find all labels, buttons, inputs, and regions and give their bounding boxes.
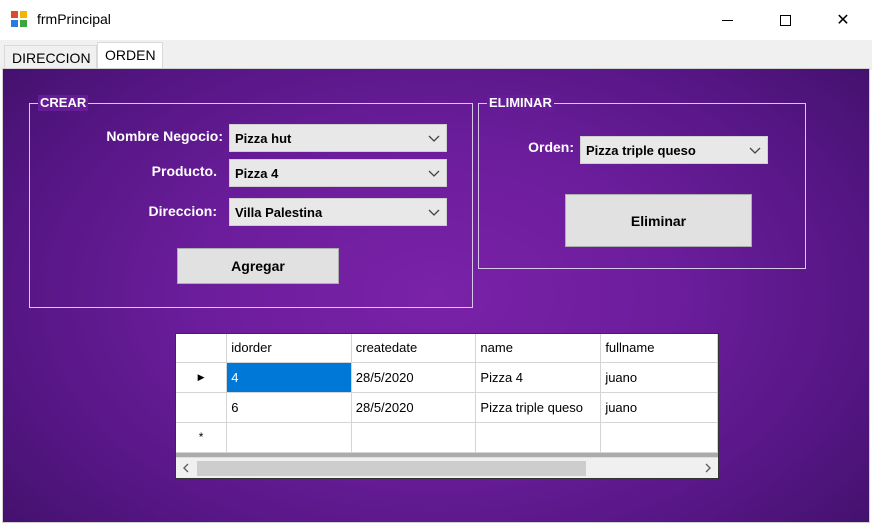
close-icon: ✕ — [836, 12, 850, 29]
direccion-label: Direccion: — [148, 203, 217, 219]
chevron-down-icon — [428, 209, 440, 216]
table-cell[interactable]: 4 — [226, 362, 352, 393]
producto-select-value: Pizza 4 — [235, 166, 279, 181]
app-icon — [11, 11, 28, 28]
minimize-icon — [721, 19, 733, 21]
new-row-icon[interactable]: * — [176, 422, 228, 453]
close-button[interactable]: ✕ — [814, 0, 872, 40]
orders-grid[interactable]: idorder createdate name fullname ▶ 4 28/… — [175, 333, 719, 479]
horizontal-scrollbar[interactable] — [176, 457, 718, 478]
minimize-button[interactable] — [698, 0, 756, 40]
table-header-row: idorder createdate name fullname — [176, 334, 718, 363]
eliminar-button[interactable]: Eliminar — [565, 194, 752, 247]
negocio-select[interactable]: Pizza hut — [229, 124, 447, 152]
table-cell[interactable] — [475, 422, 602, 453]
row-header[interactable] — [176, 392, 228, 423]
negocio-select-value: Pizza hut — [235, 131, 292, 146]
chevron-down-icon — [749, 147, 761, 154]
window-title: frmPrincipal — [37, 11, 111, 27]
table-cell[interactable]: juano — [600, 362, 718, 393]
orden-label: Orden: — [528, 139, 574, 155]
column-header-idorder[interactable]: idorder — [226, 334, 352, 363]
scroll-left-icon[interactable] — [179, 461, 193, 475]
table-row[interactable]: 6 28/5/2020 Pizza triple queso juano — [176, 392, 718, 423]
producto-label: Producto. — [151, 163, 217, 179]
scroll-right-icon[interactable] — [701, 461, 715, 475]
column-header-createdate[interactable]: createdate — [351, 334, 477, 363]
agregar-button[interactable]: Agregar — [177, 248, 339, 284]
orden-select-value: Pizza triple queso — [586, 143, 696, 158]
chevron-down-icon — [428, 170, 440, 177]
orden-select[interactable]: Pizza triple queso — [580, 136, 768, 164]
table-cell[interactable] — [351, 422, 477, 453]
scrollbar-thumb[interactable] — [197, 461, 586, 476]
maximize-button[interactable] — [756, 0, 814, 40]
table-cell[interactable]: 28/5/2020 — [351, 362, 477, 393]
negocio-label: Nombre Negocio: — [106, 128, 223, 144]
table-cell[interactable]: juano — [600, 392, 718, 423]
current-row-icon[interactable]: ▶ — [176, 362, 228, 393]
table-cell[interactable]: Pizza triple queso — [475, 392, 602, 423]
table-cell[interactable]: Pizza 4 — [475, 362, 602, 393]
producto-select[interactable]: Pizza 4 — [229, 159, 447, 187]
new-row[interactable]: * — [176, 422, 718, 453]
table-cell[interactable] — [226, 422, 352, 453]
title-bar: frmPrincipal ✕ — [0, 0, 872, 40]
tab-direccion[interactable]: DIRECCION — [4, 45, 97, 69]
direccion-select[interactable]: Villa Palestina — [229, 198, 447, 226]
orders-table: idorder createdate name fullname ▶ 4 28/… — [176, 334, 718, 453]
row-header-corner — [176, 334, 228, 363]
column-header-fullname[interactable]: fullname — [600, 334, 718, 363]
table-cell[interactable] — [600, 422, 718, 453]
table-row[interactable]: ▶ 4 28/5/2020 Pizza 4 juano — [176, 362, 718, 393]
eliminar-group-title: ELIMINAR — [487, 95, 554, 111]
maximize-icon — [779, 14, 791, 26]
table-cell[interactable]: 6 — [226, 392, 352, 423]
chevron-down-icon — [428, 135, 440, 142]
crear-group-title: CREAR — [38, 95, 89, 111]
column-header-name[interactable]: name — [475, 334, 602, 363]
table-cell[interactable]: 28/5/2020 — [351, 392, 477, 423]
tab-orden[interactable]: ORDEN — [97, 42, 163, 70]
direccion-select-value: Villa Palestina — [235, 205, 323, 220]
